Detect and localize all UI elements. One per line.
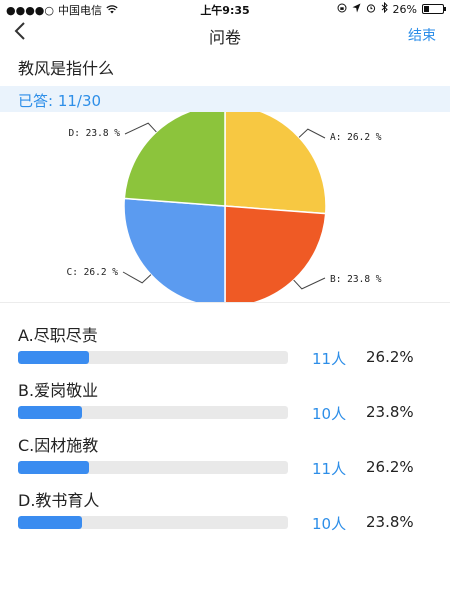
option-label: C.因材施教 <box>18 436 99 455</box>
battery-icon <box>422 4 446 14</box>
bluetooth-icon <box>381 1 388 16</box>
alarm-icon <box>366 3 376 16</box>
pie-leader-line-d <box>124 122 157 135</box>
option-count: 11人 <box>312 350 347 368</box>
navigation-bar: 问卷 结束 <box>0 18 450 52</box>
pie-label-d: D: 23.8 % <box>69 128 121 139</box>
location-icon <box>352 3 361 16</box>
progress-track <box>18 406 288 419</box>
page-title: 问卷 <box>208 28 241 47</box>
progress-fill <box>18 351 89 364</box>
pie-chart-svg: A: 26.2 % B: 23.8 % C: 26.2 % D: 23.8 % <box>67 112 382 302</box>
option-percent: 26.2% <box>366 348 414 366</box>
option-row-b: B.爱岗敬业 10人 23.8% <box>0 377 450 427</box>
pie-label-a: A: 26.2 % <box>330 132 382 143</box>
progress-track <box>18 461 288 474</box>
pie-chart: A: 26.2 % B: 23.8 % C: 26.2 % D: 23.8 % <box>0 112 450 302</box>
pie-label-b: B: 23.8 % <box>330 274 382 285</box>
option-label: A.尽职尽责 <box>18 326 98 345</box>
option-count: 10人 <box>312 405 347 423</box>
status-bar: ●●●●○ 中国电信 上午9:35 26% <box>0 0 450 18</box>
progress-track <box>18 516 288 529</box>
lock-rotation-icon <box>337 3 347 16</box>
pie-slice-c <box>123 197 226 302</box>
pie-leader-line-c <box>122 271 152 284</box>
question-title: 教风是指什么 <box>18 59 115 78</box>
battery-level <box>424 6 429 12</box>
pie-slice-b <box>224 205 327 302</box>
progress-fill <box>18 516 83 529</box>
pie-slice-d <box>123 112 226 207</box>
option-percent: 23.8% <box>366 513 414 531</box>
pie-leader-line-a <box>298 128 326 139</box>
pie-slice-a <box>224 112 327 215</box>
option-count: 11人 <box>312 460 347 478</box>
answered-banner: 已答: 11/30 <box>0 86 450 112</box>
option-row-c: C.因材施教 11人 26.2% <box>0 432 450 482</box>
option-percent: 23.8% <box>366 403 414 421</box>
progress-track <box>18 351 288 364</box>
pie-leader-line-b <box>293 277 326 290</box>
option-row-d: D.教书育人 10人 23.8% <box>0 487 450 537</box>
status-right: 26% <box>337 1 446 16</box>
option-label: D.教书育人 <box>18 491 100 510</box>
option-percent: 26.2% <box>366 458 414 476</box>
battery-percent: 26% <box>392 2 417 16</box>
option-count: 10人 <box>312 515 347 533</box>
progress-fill <box>18 406 83 419</box>
end-button[interactable]: 结束 <box>408 25 436 45</box>
option-label: B.爱岗敬业 <box>18 381 99 400</box>
progress-fill <box>18 461 89 474</box>
section-divider <box>0 302 450 303</box>
answered-count: 已答: 11/30 <box>18 92 102 110</box>
option-row-a: A.尽职尽责 11人 26.2% <box>0 322 450 372</box>
pie-label-c: C: 26.2 % <box>67 267 119 278</box>
